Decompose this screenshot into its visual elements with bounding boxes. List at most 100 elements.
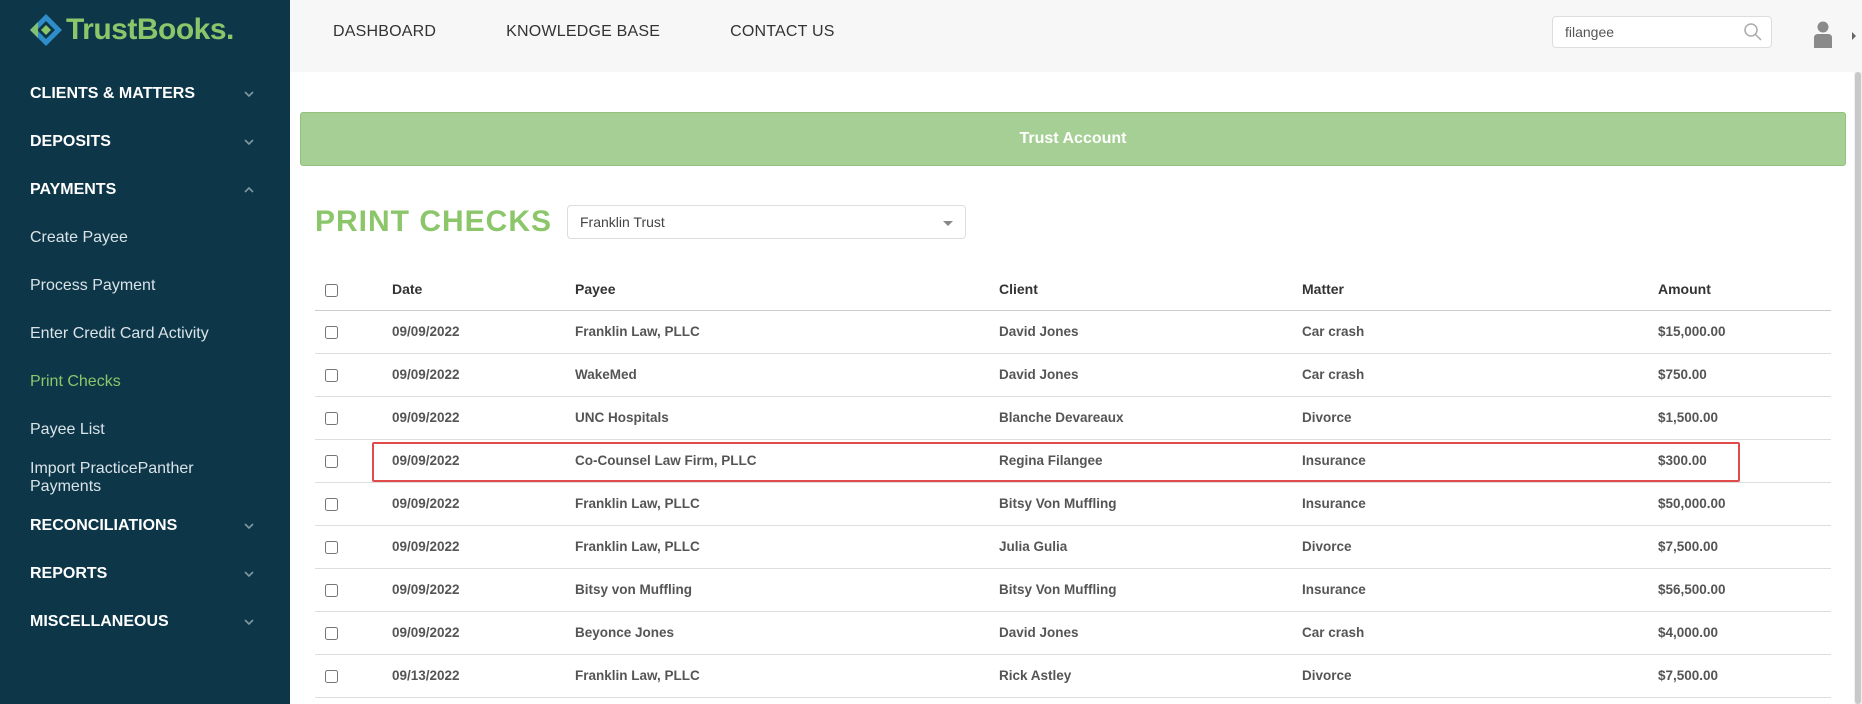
chevron-down-icon [244, 571, 254, 578]
user-menu-caret-icon[interactable] [1852, 32, 1856, 40]
user-icon[interactable] [1812, 20, 1834, 48]
sidebar-item-label: Enter Credit Card Activity [30, 325, 209, 342]
table-row[interactable]: 09/09/2022 Beyonce Jones David Jones Car… [315, 611, 1831, 655]
logo-text: TrustBooks. [66, 13, 234, 46]
chevron-down-icon [244, 619, 254, 626]
row-checkbox[interactable] [325, 497, 338, 511]
cell-amount: $1,500.00 [1658, 396, 1831, 440]
cell-matter: Car crash [1302, 310, 1658, 354]
column-header-date[interactable]: Date [392, 268, 575, 311]
table-row[interactable]: 09/09/2022 UNC Hospitals Blanche Devarea… [315, 396, 1831, 440]
table-row[interactable]: 09/09/2022 Franklin Law, PLLC David Jone… [315, 310, 1831, 354]
search-icon[interactable] [1743, 22, 1763, 42]
table-row[interactable]: 09/13/2022 Franklin Law, PLLC Rick Astle… [315, 654, 1831, 698]
cell-amount: $7,500.00 [1658, 654, 1831, 698]
sidebar-item-process-payment[interactable]: Process Payment [0, 262, 290, 310]
cell-date: 09/09/2022 [392, 611, 575, 655]
cell-client: David Jones [999, 353, 1302, 397]
row-checkbox-cell [315, 568, 392, 612]
cell-date: 09/09/2022 [392, 353, 575, 397]
logo-icon [30, 14, 62, 46]
sidebar-item-label: DEPOSITS [30, 133, 111, 150]
cell-client: David Jones [999, 611, 1302, 655]
top-header: DASHBOARD KNOWLEDGE BASE CONTACT US [290, 0, 1862, 72]
checks-table: Date Payee Client Matter Amount 09/09/20… [315, 268, 1831, 698]
search-input[interactable] [1565, 24, 1743, 40]
cell-date: 09/09/2022 [392, 568, 575, 612]
cell-date: 09/09/2022 [392, 396, 575, 440]
cell-matter: Insurance [1302, 568, 1658, 612]
sidebar-item-label: CLIENTS & MATTERS [30, 85, 196, 102]
row-checkbox[interactable] [325, 454, 338, 468]
logo[interactable]: TrustBooks. [28, 10, 234, 50]
top-nav: DASHBOARD KNOWLEDGE BASE CONTACT US [333, 0, 905, 64]
sidebar-item-import-practicepanther-payments[interactable]: Import PracticePanther Payments [0, 454, 290, 502]
cell-payee: Bitsy von Muffling [575, 568, 999, 612]
sidebar-nav: CLIENTS & MATTERS DEPOSITS PAYMENTS Crea… [0, 70, 290, 646]
cell-matter: Car crash [1302, 353, 1658, 397]
cell-payee: Franklin Law, PLLC [575, 482, 999, 526]
table-row[interactable]: 09/09/2022 Bitsy von Muffling Bitsy Von … [315, 568, 1831, 612]
cell-payee: UNC Hospitals [575, 396, 999, 440]
column-header-amount[interactable]: Amount [1658, 268, 1831, 311]
sidebar-item-deposits[interactable]: DEPOSITS [0, 118, 290, 166]
cell-date: 09/09/2022 [392, 310, 575, 354]
row-checkbox[interactable] [325, 368, 338, 382]
sidebar-item-label: MISCELLANEOUS [30, 613, 169, 630]
nav-contact-us[interactable]: CONTACT US [730, 23, 835, 41]
scrollbar[interactable] [1854, 72, 1862, 704]
cell-client: David Jones [999, 310, 1302, 354]
column-header-client[interactable]: Client [999, 268, 1302, 311]
cell-payee: Franklin Law, PLLC [575, 654, 999, 698]
sidebar-item-enter-credit-card-activity[interactable]: Enter Credit Card Activity [0, 310, 290, 358]
sidebar-item-print-checks[interactable]: Print Checks [0, 358, 290, 406]
table-row[interactable]: 09/09/2022 WakeMed David Jones Car crash… [315, 353, 1831, 397]
row-checkbox-cell [315, 482, 392, 526]
row-checkbox[interactable] [325, 411, 338, 425]
column-header-payee[interactable]: Payee [575, 268, 999, 311]
chevron-up-icon [244, 186, 254, 193]
row-checkbox[interactable] [325, 626, 338, 640]
sidebar-item-reconciliations[interactable]: RECONCILIATIONS [0, 502, 290, 550]
select-all-checkbox[interactable] [325, 283, 338, 297]
sidebar-item-payee-list[interactable]: Payee List [0, 406, 290, 454]
sidebar-item-miscellaneous[interactable]: MISCELLANEOUS [0, 598, 290, 646]
table-row[interactable]: 09/09/2022 Co-Counsel Law Firm, PLLC Reg… [315, 439, 1831, 483]
cell-matter: Divorce [1302, 396, 1658, 440]
column-header-matter[interactable]: Matter [1302, 268, 1658, 311]
row-checkbox-cell [315, 439, 392, 483]
cell-date: 09/09/2022 [392, 439, 575, 483]
cell-amount: $7,500.00 [1658, 525, 1831, 569]
dropdown-caret-icon [943, 220, 953, 226]
sidebar-item-payments[interactable]: PAYMENTS [0, 166, 290, 214]
table-row[interactable]: 09/09/2022 Franklin Law, PLLC Bitsy Von … [315, 482, 1831, 526]
nav-dashboard[interactable]: DASHBOARD [333, 23, 436, 41]
table-header-row: Date Payee Client Matter Amount [315, 268, 1831, 311]
row-checkbox[interactable] [325, 540, 338, 554]
cell-payee: Co-Counsel Law Firm, PLLC [575, 439, 999, 483]
account-select[interactable]: Franklin Trust [567, 205, 966, 239]
row-checkbox-cell [315, 525, 392, 569]
trust-account-banner[interactable]: Trust Account [300, 112, 1846, 166]
table-row[interactable]: 09/09/2022 Franklin Law, PLLC Julia Guli… [315, 525, 1831, 569]
nav-knowledge-base[interactable]: KNOWLEDGE BASE [506, 23, 660, 41]
sidebar-item-label: Print Checks [30, 373, 121, 390]
sidebar-item-reports[interactable]: REPORTS [0, 550, 290, 598]
chevron-down-icon [244, 91, 254, 98]
row-checkbox[interactable] [325, 669, 338, 683]
cell-payee: Franklin Law, PLLC [575, 310, 999, 354]
cell-client: Regina Filangee [999, 439, 1302, 483]
sidebar-item-clients-matters[interactable]: CLIENTS & MATTERS [0, 70, 290, 118]
row-checkbox[interactable] [325, 583, 338, 597]
cell-amount: $15,000.00 [1658, 310, 1831, 354]
cell-matter: Divorce [1302, 654, 1658, 698]
sidebar-item-label: Process Payment [30, 277, 156, 294]
account-select-value: Franklin Trust [580, 214, 665, 230]
chevron-down-icon [244, 523, 254, 530]
scrollbar-thumb[interactable] [1855, 72, 1861, 704]
cell-client: Julia Gulia [999, 525, 1302, 569]
cell-client: Bitsy Von Muffling [999, 482, 1302, 526]
row-checkbox[interactable] [325, 325, 338, 339]
sidebar-item-create-payee[interactable]: Create Payee [0, 214, 290, 262]
cell-matter: Insurance [1302, 482, 1658, 526]
